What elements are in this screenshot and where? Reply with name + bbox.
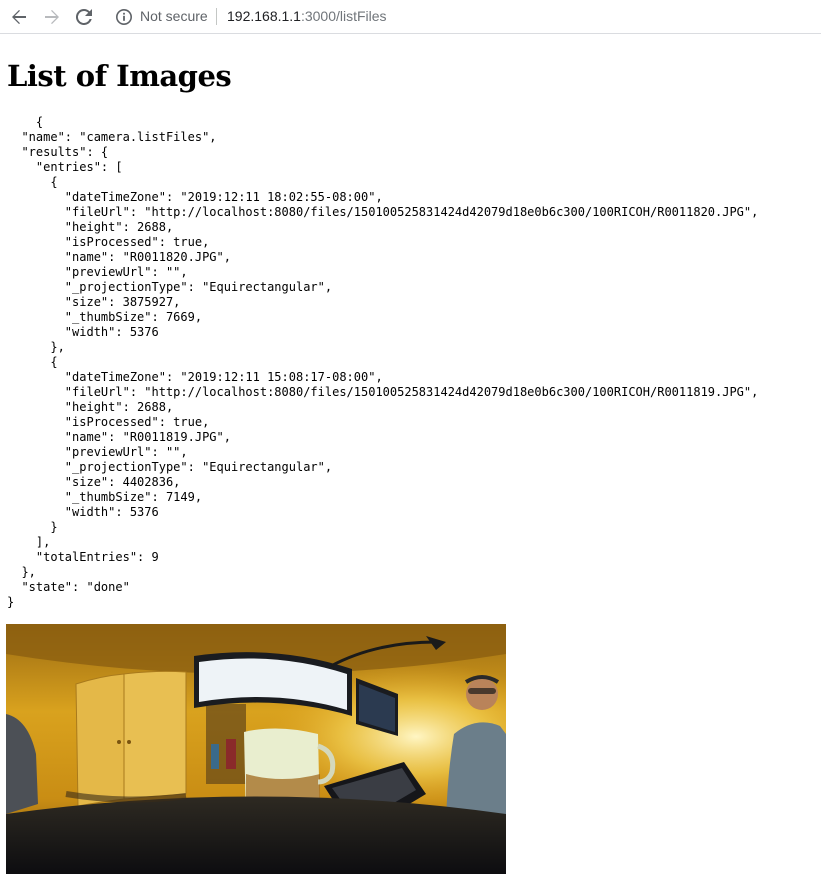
back-arrow-icon [12, 10, 26, 24]
reload-button[interactable] [72, 5, 96, 29]
page-heading: List of Images [7, 59, 232, 93]
url-path: :3000/listFiles [300, 8, 387, 24]
not-secure-label[interactable]: Not secure [140, 7, 208, 25]
panorama-image [6, 624, 506, 874]
back-button[interactable] [7, 5, 31, 29]
url-divider [216, 8, 217, 25]
reload-icon [76, 9, 92, 25]
forward-button[interactable] [40, 5, 64, 29]
json-listing: { "name": "camera.listFiles", "results":… [7, 115, 759, 609]
address-bar[interactable]: 192.168.1.1:3000/listFiles [227, 7, 387, 25]
info-icon[interactable] [115, 8, 133, 26]
forward-arrow-icon [45, 10, 59, 24]
url-host: 192.168.1.1 [227, 8, 301, 24]
browser-toolbar: Not secure 192.168.1.1:3000/listFiles [0, 0, 821, 34]
